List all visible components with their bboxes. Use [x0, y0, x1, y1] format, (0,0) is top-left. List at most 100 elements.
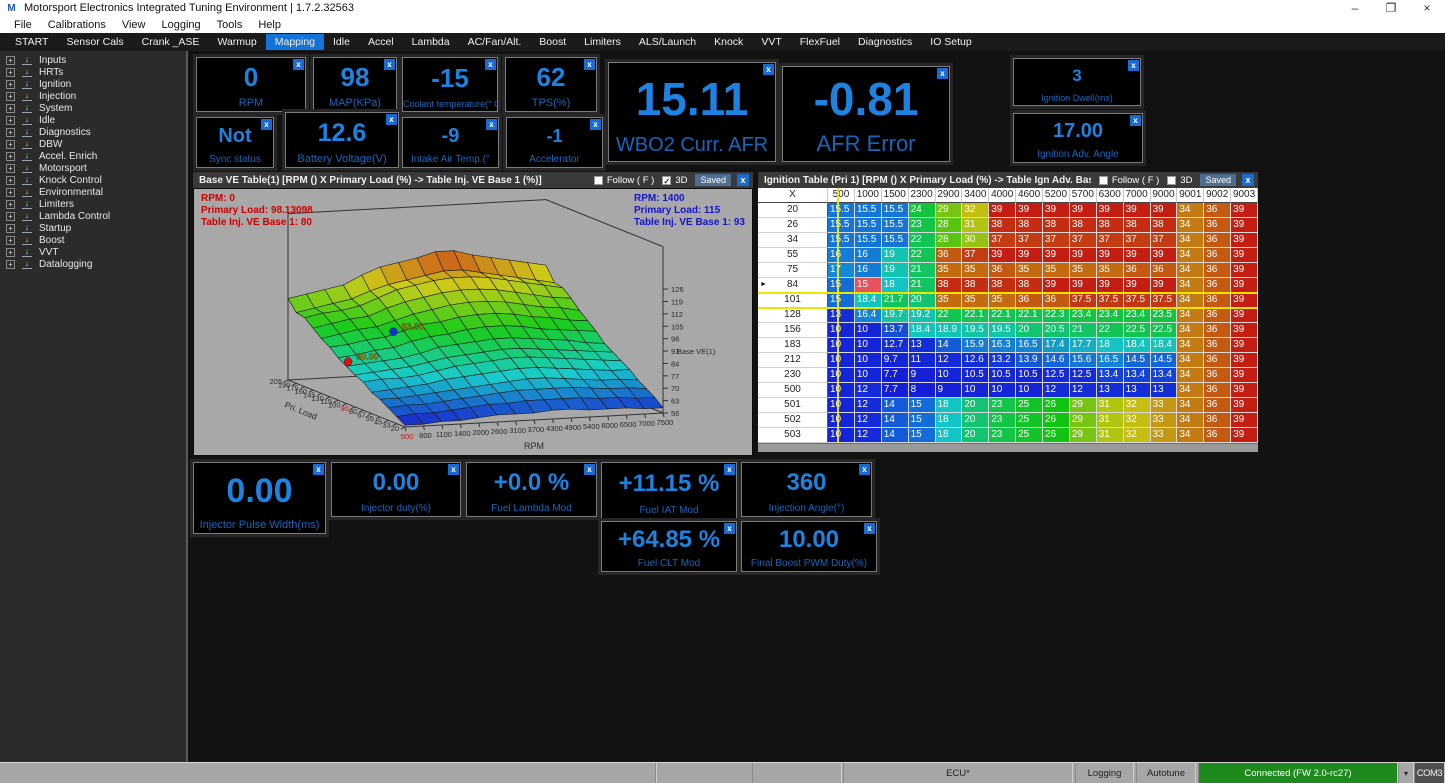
- tab-crank-ase[interactable]: Crank _ASE: [133, 34, 209, 50]
- table-cell[interactable]: 15.5: [828, 203, 855, 218]
- close-icon[interactable]: x: [590, 119, 601, 130]
- table-cell[interactable]: 35: [1043, 263, 1070, 278]
- row-header[interactable]: 128: [758, 308, 828, 323]
- table-cell[interactable]: 10: [828, 428, 855, 443]
- table-cell[interactable]: 18: [936, 413, 963, 428]
- row-header[interactable]: 503: [758, 428, 828, 443]
- table-cell[interactable]: 31: [962, 218, 989, 233]
- table-cell[interactable]: 38: [1097, 218, 1124, 233]
- expander-plus-icon[interactable]: +: [6, 188, 15, 197]
- table-cell[interactable]: 26: [1043, 398, 1070, 413]
- close-icon[interactable]: x: [584, 59, 595, 70]
- table-cell[interactable]: 33: [1151, 413, 1178, 428]
- table-cell[interactable]: 39: [1070, 203, 1097, 218]
- sidebar-item-boost[interactable]: +↓Boost: [6, 234, 186, 246]
- table-cell[interactable]: 23.4: [1070, 308, 1097, 323]
- table-cell[interactable]: 37: [1124, 233, 1151, 248]
- table-cell[interactable]: 10: [855, 338, 882, 353]
- table-cell[interactable]: 22.5: [1124, 323, 1151, 338]
- table-cell[interactable]: 14: [882, 413, 909, 428]
- close-icon[interactable]: x: [763, 64, 774, 75]
- table-cell[interactable]: 10: [936, 368, 963, 383]
- table-cell[interactable]: 13.4: [1097, 368, 1124, 383]
- table-cell[interactable]: 15: [855, 278, 882, 293]
- table-cell[interactable]: 35: [1097, 263, 1124, 278]
- table-cell[interactable]: 39: [1097, 248, 1124, 263]
- expander-plus-icon[interactable]: +: [6, 92, 15, 101]
- table-cell[interactable]: 37: [1016, 233, 1043, 248]
- expander-plus-icon[interactable]: +: [6, 68, 15, 77]
- status-autotune-button[interactable]: Autotune: [1136, 763, 1196, 783]
- tab-io-setup[interactable]: IO Setup: [921, 34, 980, 50]
- table-cell[interactable]: 36: [1204, 323, 1231, 338]
- table-cell[interactable]: 20: [962, 413, 989, 428]
- table-cell[interactable]: 37: [962, 248, 989, 263]
- table-cell[interactable]: 31: [1097, 428, 1124, 443]
- table-cell[interactable]: 10: [1016, 383, 1043, 398]
- table-cell[interactable]: 16.5: [1097, 353, 1124, 368]
- column-header[interactable]: 9003: [1231, 188, 1258, 203]
- column-header[interactable]: 9000: [1151, 188, 1178, 203]
- table-cell[interactable]: 36: [1204, 413, 1231, 428]
- table-cell[interactable]: 36: [1204, 293, 1231, 308]
- table-cell[interactable]: 38: [1070, 218, 1097, 233]
- table-cell[interactable]: 14: [882, 428, 909, 443]
- table-cell[interactable]: 35: [1070, 263, 1097, 278]
- table-cell[interactable]: 39: [1043, 278, 1070, 293]
- menu-tools[interactable]: Tools: [209, 19, 251, 31]
- table-cell[interactable]: 10: [828, 413, 855, 428]
- table-cell[interactable]: 29: [1070, 413, 1097, 428]
- table-cell[interactable]: 38: [989, 218, 1016, 233]
- table-cell[interactable]: 19.5: [962, 323, 989, 338]
- expander-plus-icon[interactable]: +: [6, 140, 15, 149]
- table-cell[interactable]: 34: [1177, 383, 1204, 398]
- table-cell[interactable]: 15.5: [882, 203, 909, 218]
- table-cell[interactable]: 36: [1204, 308, 1231, 323]
- table-cell[interactable]: 34: [1177, 413, 1204, 428]
- column-header[interactable]: 5200: [1043, 188, 1070, 203]
- table-cell[interactable]: 39: [1070, 278, 1097, 293]
- close-icon[interactable]: x: [937, 68, 948, 79]
- table-cell[interactable]: 10: [828, 383, 855, 398]
- table-cell[interactable]: 28: [936, 233, 963, 248]
- table-scrollbar[interactable]: [758, 443, 1258, 452]
- table-cell[interactable]: 36: [1204, 398, 1231, 413]
- table-cell[interactable]: 23.4: [1097, 308, 1124, 323]
- table-cell[interactable]: 12: [855, 383, 882, 398]
- table-cell[interactable]: 31: [1097, 413, 1124, 428]
- table-cell[interactable]: 32: [1124, 428, 1151, 443]
- expander-plus-icon[interactable]: +: [6, 176, 15, 185]
- table-cell[interactable]: 21: [909, 263, 936, 278]
- table-cell[interactable]: 23: [909, 218, 936, 233]
- tab-sensor-cals[interactable]: Sensor Cals: [57, 34, 132, 50]
- table-cell[interactable]: 36: [1204, 338, 1231, 353]
- row-header[interactable]: 26: [758, 218, 828, 233]
- tab-diagnostics[interactable]: Diagnostics: [849, 34, 921, 50]
- table-cell[interactable]: 16: [828, 248, 855, 263]
- table-cell[interactable]: 36: [936, 248, 963, 263]
- table-cell[interactable]: 39: [1016, 203, 1043, 218]
- sidebar-item-diagnostics[interactable]: +↓Diagnostics: [6, 126, 186, 138]
- table-cell[interactable]: 23: [989, 428, 1016, 443]
- table-cell[interactable]: 38: [989, 278, 1016, 293]
- table-cell[interactable]: 34: [1177, 368, 1204, 383]
- close-icon[interactable]: x: [313, 464, 324, 475]
- table-cell[interactable]: 39: [1124, 203, 1151, 218]
- table-cell[interactable]: 33: [1151, 398, 1178, 413]
- table-cell[interactable]: 12.7: [882, 338, 909, 353]
- close-icon[interactable]: x: [293, 59, 304, 70]
- table-cell[interactable]: 14: [936, 338, 963, 353]
- table-cell[interactable]: 21.7: [882, 293, 909, 308]
- table-cell[interactable]: 18.4: [909, 323, 936, 338]
- table-cell[interactable]: 29: [936, 203, 963, 218]
- sidebar-item-dbw[interactable]: +↓DBW: [6, 138, 186, 150]
- table-cell[interactable]: 10: [828, 338, 855, 353]
- table-cell[interactable]: 10: [962, 383, 989, 398]
- menu-file[interactable]: File: [6, 19, 40, 31]
- expander-plus-icon[interactable]: +: [6, 236, 15, 245]
- row-header[interactable]: 101: [758, 293, 828, 308]
- tab-idle[interactable]: Idle: [324, 34, 359, 50]
- tab-boost[interactable]: Boost: [530, 34, 575, 50]
- table-cell[interactable]: 22: [936, 308, 963, 323]
- table-cell[interactable]: 35: [936, 263, 963, 278]
